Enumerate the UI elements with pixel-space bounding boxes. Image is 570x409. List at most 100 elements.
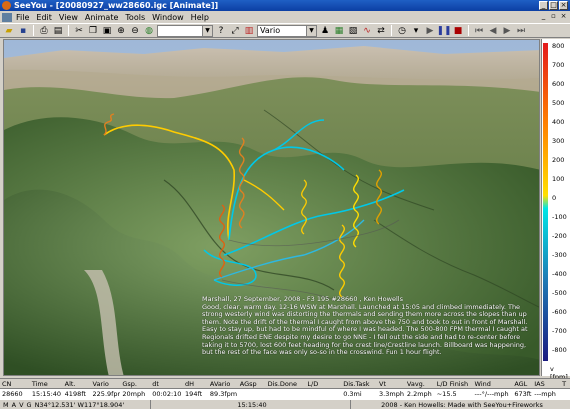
status-credit: 2008 - Ken Howells: Made with SeeYou+Fir…	[381, 400, 543, 409]
menu-edit[interactable]: Edit	[36, 13, 52, 22]
table-cell: 2.2mph	[406, 390, 432, 398]
graph-icon[interactable]: ∿	[361, 25, 373, 37]
scale-gradient-bar	[543, 43, 548, 361]
copy-icon[interactable]: ❐	[87, 25, 99, 37]
column-header[interactable]: CN	[0, 380, 30, 388]
close-button[interactable]: ×	[559, 1, 568, 10]
scale-tick: 800	[552, 42, 565, 50]
table-cell: 4198ft	[64, 390, 86, 398]
flight-note: Marshall, 27 September, 2008 - F3 195 #2…	[202, 295, 538, 357]
column-header[interactable]: Vario	[91, 380, 121, 388]
table-cell: ---mph	[534, 390, 556, 398]
status-time: 15:15:40	[237, 400, 267, 409]
column-header[interactable]: Dis.Task	[341, 380, 377, 388]
menu-animate[interactable]: Animate	[85, 13, 119, 22]
doc-minimize-button[interactable]: _	[539, 12, 548, 21]
seeyou-app-icon	[2, 1, 11, 10]
doc-restore-button[interactable]: ▫	[549, 12, 558, 21]
chart-icon[interactable]: ▥	[243, 25, 255, 37]
table-cell: 15:15:40	[31, 390, 62, 398]
scale-tick: 600	[552, 80, 565, 88]
status-mode-g[interactable]: G	[27, 401, 32, 409]
step-forward-icon[interactable]: ▶	[501, 25, 513, 37]
clock-icon[interactable]: ◷	[396, 25, 408, 37]
print-preview-icon[interactable]: ▤	[52, 25, 64, 37]
table-cell: 28660	[2, 390, 23, 398]
status-bar: M A V G N34°12.531' W117°18.904' 15:15:4…	[0, 399, 570, 409]
flight-note-body: Good, clear, warm day. 12-16 WSW at Mars…	[202, 302, 528, 357]
menu-help[interactable]: Help	[191, 13, 209, 22]
table-row[interactable]: 28660 15:15:40 4198ft 225.9fpm 20mph 00:…	[0, 389, 570, 399]
status-mode-v[interactable]: V	[19, 401, 23, 409]
column-header[interactable]: AGL	[512, 380, 532, 388]
column-header[interactable]: Alt.	[63, 380, 91, 388]
scale-tick: -500	[552, 289, 567, 297]
paste-icon[interactable]: ▣	[101, 25, 113, 37]
column-header[interactable]: Wind	[473, 380, 513, 388]
status-mode-a[interactable]: A	[12, 401, 16, 409]
pause-icon[interactable]: ❚❚	[436, 25, 451, 37]
maximize-button[interactable]: □	[549, 1, 558, 10]
status-credit-pane: 2008 - Ken Howells: Made with SeeYou+Fir…	[350, 400, 570, 409]
globe-icon[interactable]: ◍	[143, 25, 155, 37]
vario-select-value: Vario	[260, 26, 281, 35]
column-header[interactable]: Time	[30, 380, 63, 388]
cut-icon[interactable]: ✂	[73, 25, 85, 37]
step-back-icon[interactable]: ◀	[487, 25, 499, 37]
column-header[interactable]: AGsp	[238, 380, 266, 388]
play-icon[interactable]: ▶	[424, 25, 436, 37]
table-cell: 20mph	[122, 390, 146, 398]
scale-tick: 100	[552, 175, 565, 183]
map-view-select[interactable]: ▼	[157, 24, 213, 37]
document-icon[interactable]	[2, 12, 12, 22]
table-cell: ---°/---mph	[474, 390, 509, 398]
column-header[interactable]: dH	[183, 380, 208, 388]
terrain-3d-view[interactable]: Marshall, 27 September, 2008 - F3 195 #2…	[3, 39, 540, 376]
minimize-button[interactable]: _	[539, 1, 548, 10]
column-header[interactable]: dt	[150, 380, 183, 388]
skip-forward-icon[interactable]: ⏭	[515, 25, 527, 37]
pilot-icon[interactable]: ♟	[319, 25, 331, 37]
scale-tick: -200	[552, 232, 567, 240]
zoom-in-icon[interactable]: ⊕	[115, 25, 127, 37]
scale-tick: -800	[552, 346, 567, 354]
column-header[interactable]: Gsp.	[120, 380, 150, 388]
toolbar-separator	[468, 25, 469, 36]
fullscreen-icon[interactable]: ⤢	[229, 25, 241, 37]
arrows-icon[interactable]: ⇄	[375, 25, 387, 37]
menu-window[interactable]: Window	[152, 13, 184, 22]
status-time-pane: 15:15:40	[150, 400, 350, 409]
stop-icon[interactable]: ■	[452, 25, 464, 37]
map-3d-icon[interactable]: ▦	[333, 25, 345, 37]
column-header[interactable]: IAS	[532, 380, 560, 388]
print-icon[interactable]: ⎙	[38, 25, 50, 37]
column-header[interactable]: Vt	[377, 380, 405, 388]
vario-select[interactable]: Vario ▼	[257, 24, 317, 37]
doc-close-button[interactable]: ×	[559, 12, 568, 21]
vario-color-scale: 800 700 600 500 400 300 200 100 0 -100 -…	[541, 39, 570, 381]
zoom-out-icon[interactable]: ⊖	[129, 25, 141, 37]
skip-back-icon[interactable]: ⏮	[473, 25, 485, 37]
scale-tick: -600	[552, 308, 567, 316]
speed-dropdown-icon[interactable]: ▾	[410, 25, 422, 37]
menu-tools[interactable]: Tools	[125, 13, 145, 22]
toolbar-separator	[68, 25, 69, 36]
save-icon[interactable]: ▪	[17, 25, 29, 37]
help-pointer-icon[interactable]: ?	[215, 25, 227, 37]
column-header[interactable]: Dis.Done	[266, 380, 306, 388]
column-header[interactable]: L/D Finish	[435, 380, 473, 388]
column-header[interactable]: L/D	[305, 380, 341, 388]
photo-icon[interactable]: ▧	[347, 25, 359, 37]
column-header[interactable]: T	[560, 380, 570, 388]
menu-file[interactable]: File	[16, 13, 29, 22]
title-bar: SeeYou - [20080927_ww28660.igc [Animate]…	[0, 0, 570, 11]
open-folder-icon[interactable]: ▰	[3, 25, 15, 37]
column-header[interactable]: AVario	[208, 380, 238, 388]
menu-view[interactable]: View	[59, 13, 78, 22]
status-mode-m[interactable]: M	[3, 401, 9, 409]
column-header[interactable]: Vavg.	[405, 380, 435, 388]
table-cell: 225.9fpm	[92, 390, 121, 398]
flight-data-table: CN Time Alt. Vario Gsp. dt dH AVario AGs…	[0, 378, 570, 399]
scale-tick: -100	[552, 213, 567, 221]
table-cell: ~15.5	[436, 390, 457, 398]
